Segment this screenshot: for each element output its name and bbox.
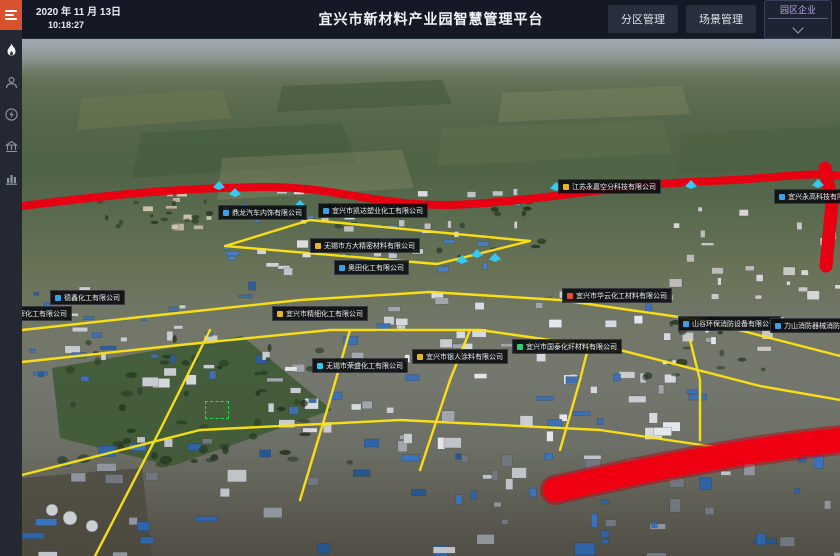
company-label[interactable]: 宜兴市国泰化纤材料有限公司 (512, 339, 622, 354)
company-label[interactable]: 无锡市荣盛化工有限公司 (312, 358, 408, 373)
map-scenery (22, 38, 840, 556)
company-label[interactable]: 宜兴市华云化工材料有限公司 (562, 288, 672, 303)
company-label[interactable]: 宜兴永高科技有限公司 (774, 189, 840, 204)
dropdown-label: 园区企业 (768, 3, 828, 19)
company-label[interactable]: 宜兴市精细化工有限公司 (272, 306, 368, 321)
company-label[interactable]: 鼎龙汽车内饰有限公司 (218, 205, 307, 220)
management-button[interactable]: 分区管理 (608, 5, 678, 33)
menu-icon (5, 8, 17, 22)
company-marker-icon (55, 295, 61, 301)
sidebar (0, 0, 22, 556)
company-marker-icon (779, 194, 785, 200)
company-marker-icon (683, 321, 689, 327)
factory-icon (5, 140, 18, 153)
company-marker-icon (323, 208, 329, 214)
selection-box (205, 401, 229, 419)
company-marker-icon (223, 210, 229, 216)
flame-icon (5, 43, 18, 58)
company-label[interactable]: 力山消防器械消防设备公司 (770, 318, 840, 333)
sidebar-item-users[interactable] (0, 70, 22, 94)
time-label: 10:18:27 (48, 20, 121, 31)
sidebar-item-energy[interactable] (0, 102, 22, 126)
company-marker-icon (339, 265, 345, 271)
date-label: 2020 年 11 月 13日 (36, 7, 121, 20)
company-marker-icon (277, 311, 283, 317)
company-marker-icon (417, 354, 423, 360)
chevron-down-icon (792, 22, 803, 33)
company-marker-icon (775, 323, 781, 329)
company-marker-icon (563, 184, 569, 190)
header-actions: 分区管理 场景管理 园区企业 (608, 0, 832, 39)
map-canvas[interactable]: 鼎龙汽车内饰有限公司 宜兴市凯达塑业化工有限公司 无锡市方大精密材料有限公司 奥… (22, 38, 840, 556)
company-marker-icon (517, 344, 523, 350)
company-label[interactable]: 宜兴市银人涂料有限公司 (412, 349, 508, 364)
company-label[interactable]: 德鑫化工有限公司 (50, 290, 125, 305)
company-marker-icon (317, 363, 323, 369)
sidebar-item-statistics[interactable] (0, 166, 22, 190)
datetime: 2020 年 11 月 13日 10:18:27 (36, 7, 121, 31)
power-icon (5, 108, 18, 121)
bar-chart-icon (5, 172, 18, 185)
company-label[interactable]: 江苏永嘉空分科技有限公司 (558, 179, 661, 194)
company-marker-icon (315, 243, 321, 249)
sidebar-item-menu[interactable] (0, 0, 22, 30)
park-enterprise-dropdown[interactable]: 园区企业 (764, 0, 832, 39)
company-label[interactable]: 奥田化工有限公司 (334, 260, 409, 275)
sidebar-item-fire[interactable] (0, 38, 22, 62)
management-button[interactable]: 场景管理 (686, 5, 756, 33)
user-icon (5, 76, 18, 89)
company-label[interactable]: 宜兴市鑫辉化工有限公司 (22, 306, 72, 321)
company-label[interactable]: 山谷环保消防设备有限公司 (678, 316, 781, 331)
company-label[interactable]: 宜兴市凯达塑业化工有限公司 (318, 203, 428, 218)
company-label[interactable]: 无锡市方大精密材料有限公司 (310, 238, 420, 253)
header: 2020 年 11 月 13日 10:18:27 宜兴市新材料产业园智慧管理平台… (22, 0, 840, 39)
company-marker-icon (567, 293, 573, 299)
sidebar-item-enterprise[interactable] (0, 134, 22, 158)
